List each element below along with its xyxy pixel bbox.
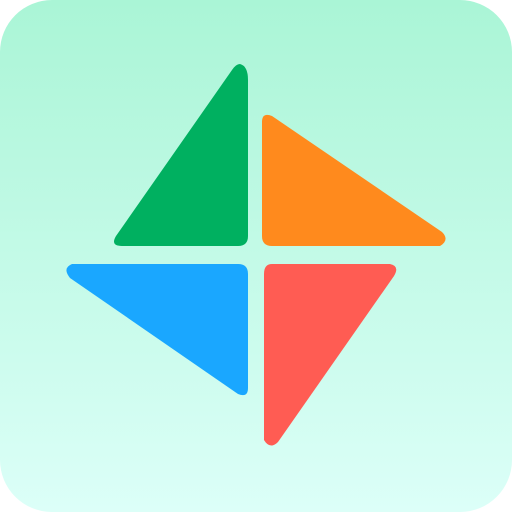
blue-blade — [66, 264, 248, 396]
red-blade — [264, 264, 397, 446]
orange-blade — [262, 114, 446, 246]
app-icon-tile[interactable] — [0, 0, 512, 512]
pinwheel-logo — [66, 64, 446, 446]
green-blade — [114, 64, 248, 246]
